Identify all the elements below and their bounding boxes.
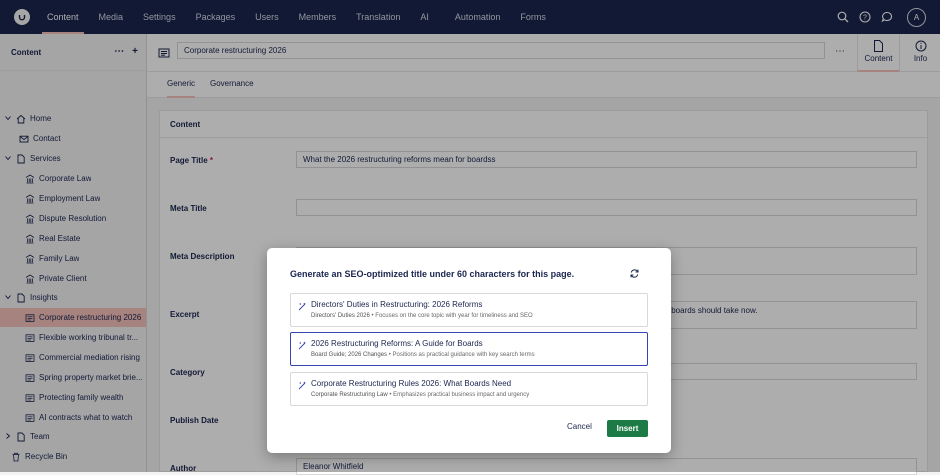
suggestion-option[interactable]: 2026 Restructuring Reforms: A Guide for … [290, 332, 648, 366]
suggestion-keywords: Directors' Duties 2026 [311, 313, 370, 319]
suggestion-keywords: Board Guide; 2026 Changes [311, 352, 388, 358]
suggestion-separator: • [371, 313, 374, 319]
suggestion-keywords: Corporate Restructuring Law [311, 392, 388, 398]
suggestion-subtitle: Directors' Duties 2026 • Focuses on the … [311, 313, 533, 319]
suggestion-separator: • [389, 392, 392, 398]
sparkle-icon [298, 381, 307, 392]
suggestion-note: Emphasizes practical business impact and… [393, 392, 530, 398]
suggestion-note: Positions as practical guidance with key… [392, 352, 535, 358]
suggestion-note: Focuses on the core topic with year for … [375, 313, 533, 319]
suggestion-title: Directors' Duties in Restructuring: 2026… [311, 300, 483, 309]
suggestion-title: 2026 Restructuring Reforms: A Guide for … [311, 339, 483, 348]
suggestion-title: Corporate Restructuring Rules 2026: What… [311, 379, 512, 388]
insert-button[interactable]: Insert [607, 420, 648, 437]
suggestion-option[interactable]: Corporate Restructuring Rules 2026: What… [290, 372, 648, 406]
sparkle-icon [298, 302, 307, 313]
dialog-title: Generate an SEO-optimized title under 60… [290, 269, 575, 279]
suggestion-separator: • [388, 352, 391, 358]
suggestion-subtitle: Corporate Restructuring Law • Emphasizes… [311, 392, 529, 398]
refresh-icon[interactable] [629, 268, 640, 279]
ai-title-dialog: Generate an SEO-optimized title under 60… [267, 248, 671, 453]
sparkle-icon [298, 341, 307, 352]
cancel-button[interactable]: Cancel [567, 422, 592, 431]
suggestion-subtitle: Board Guide; 2026 Changes • Positions as… [311, 352, 535, 358]
suggestion-option[interactable]: Directors' Duties in Restructuring: 2026… [290, 293, 648, 327]
